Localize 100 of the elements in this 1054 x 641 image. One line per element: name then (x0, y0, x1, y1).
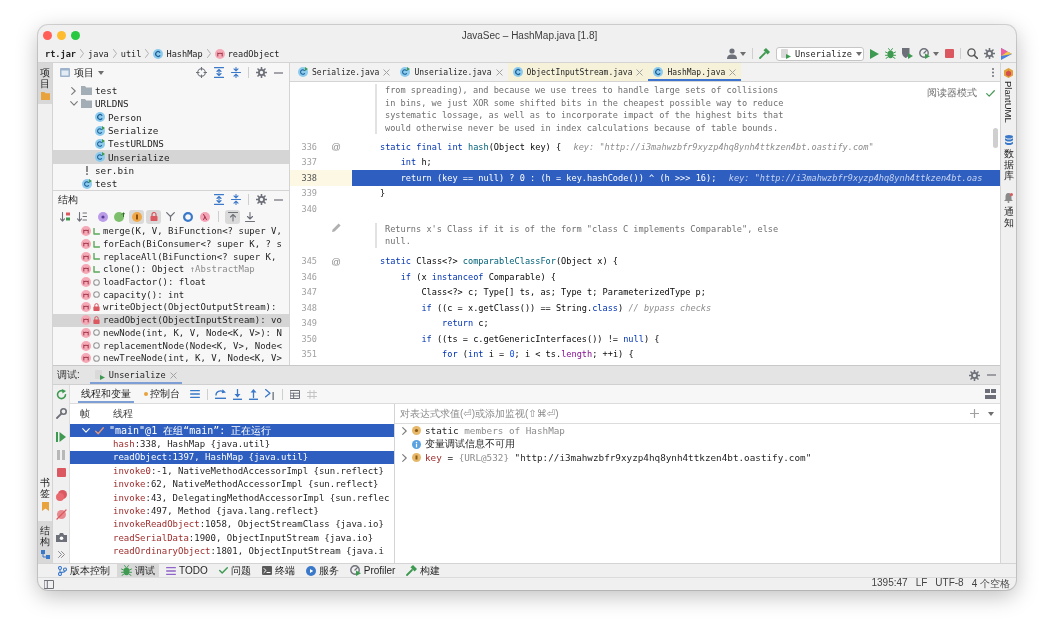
tree-item[interactable]: test (53, 177, 289, 190)
bug-icon[interactable] (885, 48, 896, 59)
stack-frame[interactable]: invoke:62, NativeMethodAccessorImpl {sun.reflect} (70, 477, 394, 491)
editor-tab[interactable]: Unserialize.java (395, 63, 508, 81)
tree-item[interactable]: Serialize (53, 123, 289, 138)
step-over-icon[interactable] (215, 389, 226, 399)
pencil-icon[interactable] (331, 222, 341, 232)
status-item[interactable]: UTF-8 (935, 577, 964, 590)
structure-item[interactable]: newNode(int, K, V, Node<K, V>): N (53, 326, 289, 340)
tool-window-button[interactable]: 构建 (402, 564, 445, 577)
minus-icon[interactable] (274, 71, 283, 74)
user-icon[interactable] (727, 48, 737, 59)
breadcrumb-item[interactable]: readObject (214, 48, 280, 59)
breakpoints-icon[interactable] (55, 490, 67, 501)
double-chevron-icon[interactable] (57, 551, 65, 558)
tree-item[interactable]: TestURLDNS (53, 137, 289, 151)
coverage-icon[interactable] (902, 48, 913, 59)
chevron-right-icon[interactable] (401, 426, 407, 435)
settings-icon[interactable] (256, 67, 267, 78)
caret-icon[interactable] (98, 70, 104, 75)
close-icon[interactable] (43, 30, 52, 40)
stack-frame[interactable]: invoke:43, DelegatingMethodAccessorImpl {sun.reflec (70, 490, 394, 505)
tool-window-tab[interactable]: 数据库 (1001, 133, 1016, 182)
tool-window-button[interactable]: 服务 (301, 564, 343, 577)
expand-all-icon[interactable] (214, 194, 224, 205)
stack-frame[interactable]: readObject:1397, HashMap {java.util} (70, 450, 394, 465)
gutter-marker[interactable]: @ (331, 141, 341, 153)
caret-icon[interactable] (933, 51, 939, 56)
stack-frame[interactable]: readSerialData:1900, ObjectInputStream {java.io} (70, 531, 394, 545)
breadcrumb-item[interactable]: rt.jar (45, 48, 77, 59)
tool-window-tab[interactable]: 结构 (38, 521, 52, 563)
view-tab[interactable]: 线程和变量 (78, 385, 134, 403)
close-icon[interactable] (383, 68, 391, 76)
collapse-all-icon[interactable] (231, 67, 241, 78)
crosshair-icon[interactable] (196, 67, 207, 78)
editor-tab[interactable]: Serialize.java (293, 63, 396, 81)
scrollbar-thumb[interactable] (993, 128, 998, 148)
structure-item[interactable]: replaceAll(BiFunction<? super K, (53, 250, 289, 264)
tool-window-button[interactable]: 调试 (117, 564, 159, 577)
tree-item[interactable]: test (53, 84, 289, 98)
editor-tab[interactable]: HashMap.java (648, 63, 742, 81)
toggle-button[interactable] (146, 209, 161, 224)
list-icon[interactable] (190, 390, 200, 398)
view-tab[interactable]: 控制台 (141, 385, 183, 403)
search-icon[interactable] (967, 48, 978, 59)
structure-item[interactable]: clone(): Object ↑AbstractMap (53, 263, 289, 276)
panel-toggle-icon[interactable] (44, 579, 54, 589)
toggle-button[interactable] (95, 209, 110, 224)
tree-item[interactable]: Person (53, 110, 289, 124)
add-icon[interactable] (970, 409, 979, 418)
stack-frame[interactable]: readOrdinaryObject:1801, ObjectInputStream {java.i (70, 544, 394, 558)
wrench-icon[interactable] (55, 408, 67, 419)
camera-icon[interactable] (55, 533, 67, 542)
evaluate-field[interactable]: 对表达式求值(⏎)或添加监视(⇧⌘⏎) (395, 404, 961, 423)
variable-item[interactable]: key = {URL@532} "http://i3mahwzbfr9xyzp4hq8ynh4ttkzen4bt.oastify.com" (395, 451, 1000, 465)
settings-icon[interactable] (969, 369, 980, 381)
tool-window-button[interactable]: 版本控制 (54, 564, 114, 577)
structure-item[interactable]: replacementNode(Node<K, V>, Node< (53, 339, 289, 352)
logo-icon[interactable] (1001, 47, 1012, 60)
toggle-button[interactable] (225, 209, 240, 224)
toggle-button[interactable] (129, 209, 144, 224)
gutter-marker[interactable]: @ (331, 255, 341, 267)
table-icon[interactable] (290, 389, 300, 399)
expand-all-icon[interactable] (214, 67, 224, 78)
toggle-button[interactable] (74, 209, 89, 224)
toggle-button[interactable] (197, 209, 212, 224)
status-item[interactable]: 4 个空格 (971, 577, 1010, 590)
settings-icon[interactable] (256, 194, 267, 205)
structure-item[interactable]: loadFactor(): float (53, 275, 289, 289)
stop-icon[interactable] (56, 468, 66, 477)
profiler-icon[interactable] (919, 48, 930, 59)
chevron-right-icon[interactable] (401, 453, 407, 462)
tool-window-tab[interactable]: 通知 (1001, 191, 1016, 229)
minus-icon[interactable] (274, 198, 283, 201)
tool-window-button[interactable]: TODO (162, 564, 212, 577)
stack-frame[interactable]: invokeReadObject:1058, ObjectStreamClass {java.io} (70, 517, 394, 532)
toggle-button[interactable] (180, 209, 195, 224)
tree-item[interactable]: ser.bin (53, 163, 289, 178)
caret-icon[interactable] (740, 51, 746, 56)
tool-window-tab[interactable]: 项目 (38, 63, 52, 104)
breadcrumb-item[interactable]: util (120, 48, 142, 59)
toggle-button[interactable] (242, 209, 257, 224)
run-icon[interactable] (870, 48, 879, 59)
toggle-button[interactable] (112, 209, 127, 224)
close-icon[interactable] (729, 68, 737, 76)
caret-icon[interactable] (988, 411, 994, 416)
structure-item[interactable]: capacity(): int (53, 288, 289, 302)
step-out-icon[interactable] (249, 388, 258, 400)
structure-item[interactable]: forEach(BiConsumer<? super K, ? s (53, 237, 289, 251)
layout-icon[interactable] (985, 389, 996, 399)
tool-window-tab[interactable]: 书签 (38, 473, 52, 515)
step-into-icon[interactable] (233, 388, 242, 400)
close-icon[interactable] (636, 68, 644, 76)
toggle-button[interactable] (57, 209, 72, 224)
close-icon[interactable] (495, 68, 503, 76)
tree-item[interactable]: Unserialize (53, 150, 289, 164)
breadcrumb-item[interactable]: java (88, 48, 109, 59)
close-icon[interactable] (169, 371, 177, 379)
stack-frame[interactable]: invoke:497, Method {java.lang.reflect} (70, 504, 394, 518)
chevron-down-icon[interactable] (69, 101, 78, 107)
